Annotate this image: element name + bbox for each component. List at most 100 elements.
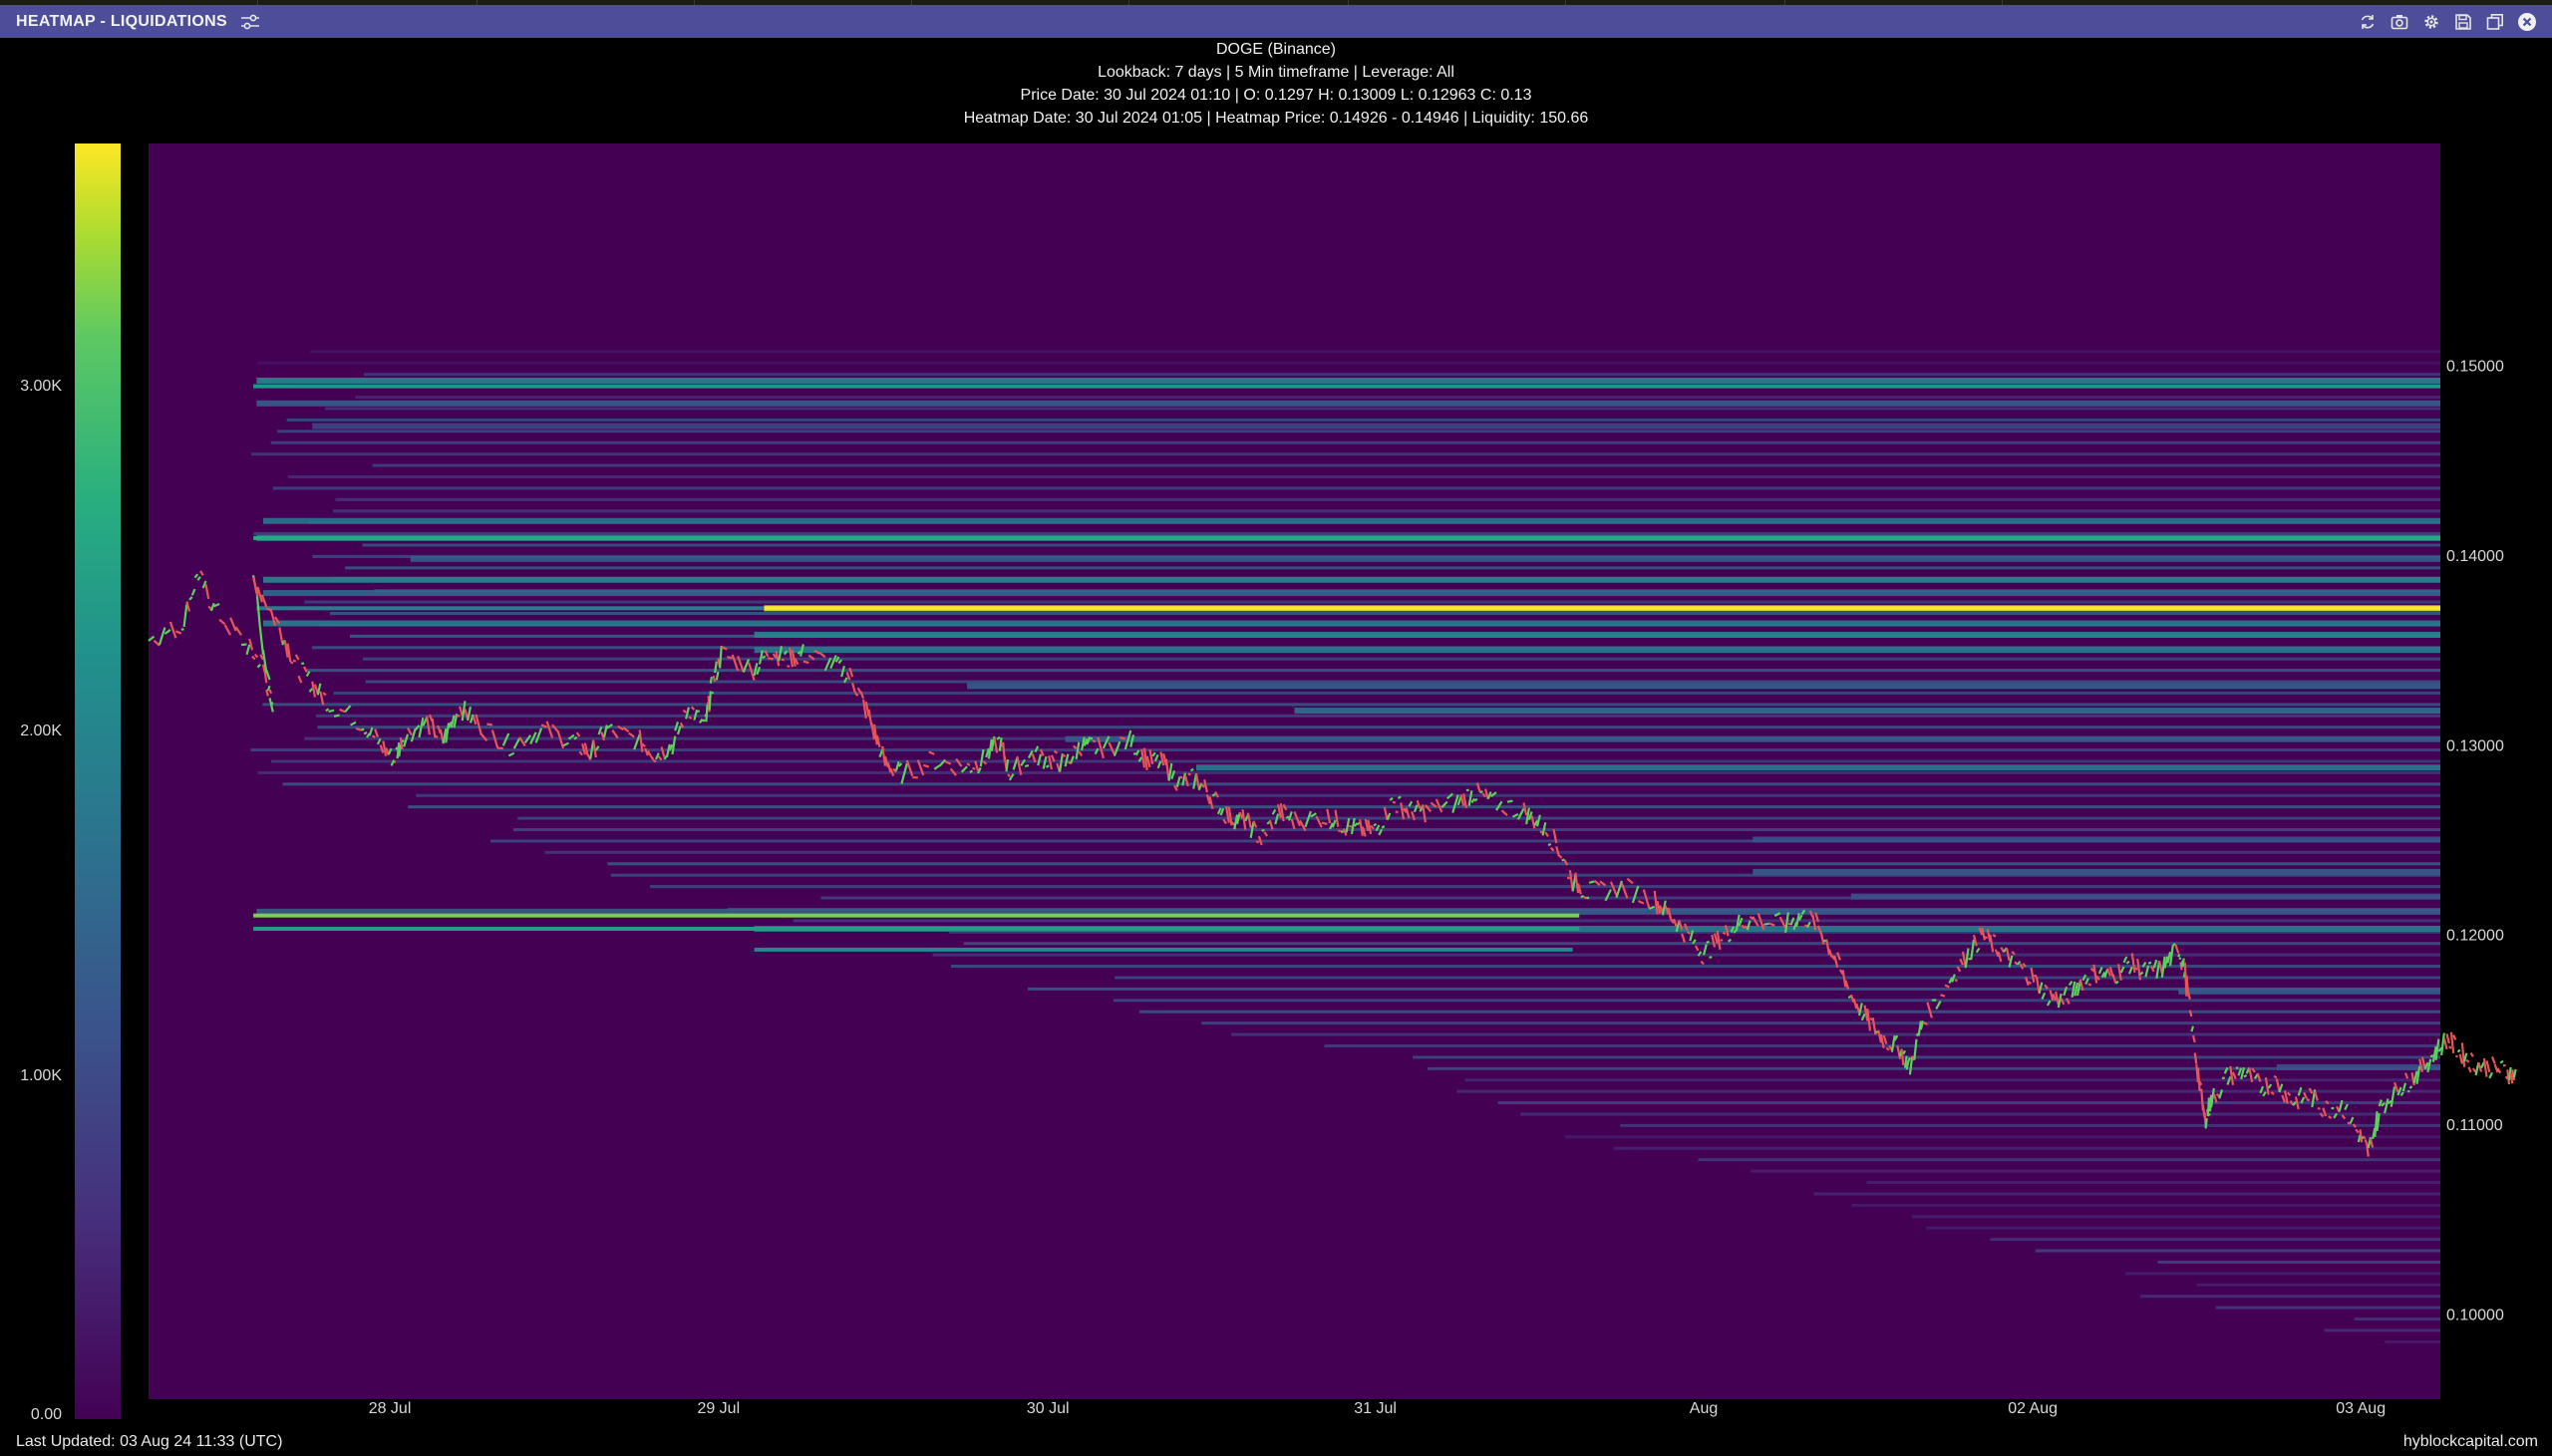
liquidity-level [256,400,2441,407]
price-candle [2465,1058,2470,1063]
price-candle [268,689,273,695]
liquidity-band [250,748,2441,752]
price-candle [727,656,733,660]
price-candle [2447,1045,2452,1049]
y-tick-label: 0.12000 [2446,928,2504,945]
liquidity-band [1520,1112,2440,1116]
price-candle [1907,1056,1911,1062]
price-candle [1321,821,1328,826]
price-candle [1902,1049,1907,1055]
chart-settings-line: Lookback: 7 days | 5 Min timeframe | Lev… [1098,64,1454,81]
price-candle [2445,1033,2450,1044]
price-candle [2198,1080,2203,1086]
colorbar-tick-label: 0.00 [31,1406,62,1423]
liquidation-heatmap-chart[interactable]: 28 Jul 29 Jul 30 Jul 31 Jul Aug 02 Aug 03 Aug 0… [0,138,2552,1433]
price-candle [652,758,657,763]
liquidity-band [2035,1249,2440,1253]
last-updated-text: Last Updated: 03 Aug 24 11:33 (UTC) [16,1433,283,1450]
liquidity-band [287,474,2440,478]
price-candle [2429,1054,2434,1058]
liquidity-band [1990,1238,2440,1242]
price-candle [2493,1063,2499,1073]
liquidity-band [1113,999,2440,1003]
liquidity-band [1413,1055,2440,1059]
price-candle [966,762,971,766]
price-candle [1709,956,1713,960]
price-candle [2490,1055,2496,1064]
price-candle [702,719,706,723]
price-candle [371,734,376,738]
liquidity-band [1456,1089,2440,1093]
brand-link[interactable]: hyblockcapital.com [2403,1433,2538,1451]
liquidity-level [262,590,2441,597]
liquidity-band [607,862,2440,866]
price-candle [1092,738,1097,743]
colorbar-tick-label: 1.00K [20,1067,62,1084]
price-candle [2452,1034,2457,1040]
liquidity-band [650,885,2440,889]
price-candle [1189,767,1194,772]
price-candle [708,691,712,711]
price-candle [1506,799,1513,803]
colorbar [75,144,121,1419]
liquidity-highlight-level [764,606,2440,611]
x-tick-label: Aug [1690,1400,1718,1417]
liquidity-level [312,423,2440,430]
price-candle [1473,797,1478,802]
liquidity-band [963,942,2440,946]
price-candle [787,665,791,668]
price-candle [2456,1048,2461,1053]
price-candle [2190,1025,2195,1032]
liquidity-band [1698,1158,2440,1162]
price-candle [1566,876,1571,880]
sliders-icon[interactable] [239,11,261,33]
price-candle [1992,933,1997,938]
price-candle [2408,1085,2413,1089]
price-candle [2512,1068,2517,1078]
price-candle [711,691,715,695]
liquidity-band [1620,1123,2440,1127]
price-candle [1285,815,1290,819]
price-candle [1062,753,1067,757]
price-candle [2485,1060,2491,1073]
price-candle [1392,800,1397,804]
price-candle [1255,840,1260,844]
liquidity-band [365,680,2440,684]
price-candle [2243,1074,2248,1078]
liquidity-band [932,953,2440,957]
save-icon[interactable] [2452,11,2474,33]
liquidity-band [1201,1021,2440,1025]
price-candle [1187,772,1191,776]
price-candle [1547,842,1552,847]
y-tick-label: 0.11000 [2446,1117,2503,1134]
price-candle [2147,961,2152,965]
price-candle [2207,1112,2211,1116]
price-candle [2488,1071,2493,1079]
gear-icon[interactable] [2420,11,2442,33]
liquidity-band [310,350,2440,354]
liquidity-band [1115,976,2440,980]
price-candle [2469,1052,2474,1057]
liquidity-level [1065,735,2440,742]
refresh-icon[interactable] [2357,11,2379,33]
price-candle [395,746,399,750]
liquidity-band [1613,1146,2440,1150]
liquidity-band [333,691,2440,695]
camera-icon[interactable] [2389,11,2410,33]
liquidity-level [754,631,2441,638]
price-candle [2458,1053,2463,1064]
liquidity-band [1751,1169,2440,1173]
price-candle [1588,880,1595,884]
price-candle [2114,980,2119,985]
liquidity-band [1497,1101,2440,1105]
liquidity-highlight-level [253,384,2440,389]
price-candle [401,738,405,743]
copy-icon[interactable] [2484,11,2506,33]
close-icon[interactable] [2516,11,2538,33]
price-candle [688,716,693,720]
price-candle [486,723,493,727]
liquidity-band [951,965,2440,969]
liquidity-level [2178,988,2440,995]
price-candle [972,766,976,770]
price-candle [289,661,294,665]
